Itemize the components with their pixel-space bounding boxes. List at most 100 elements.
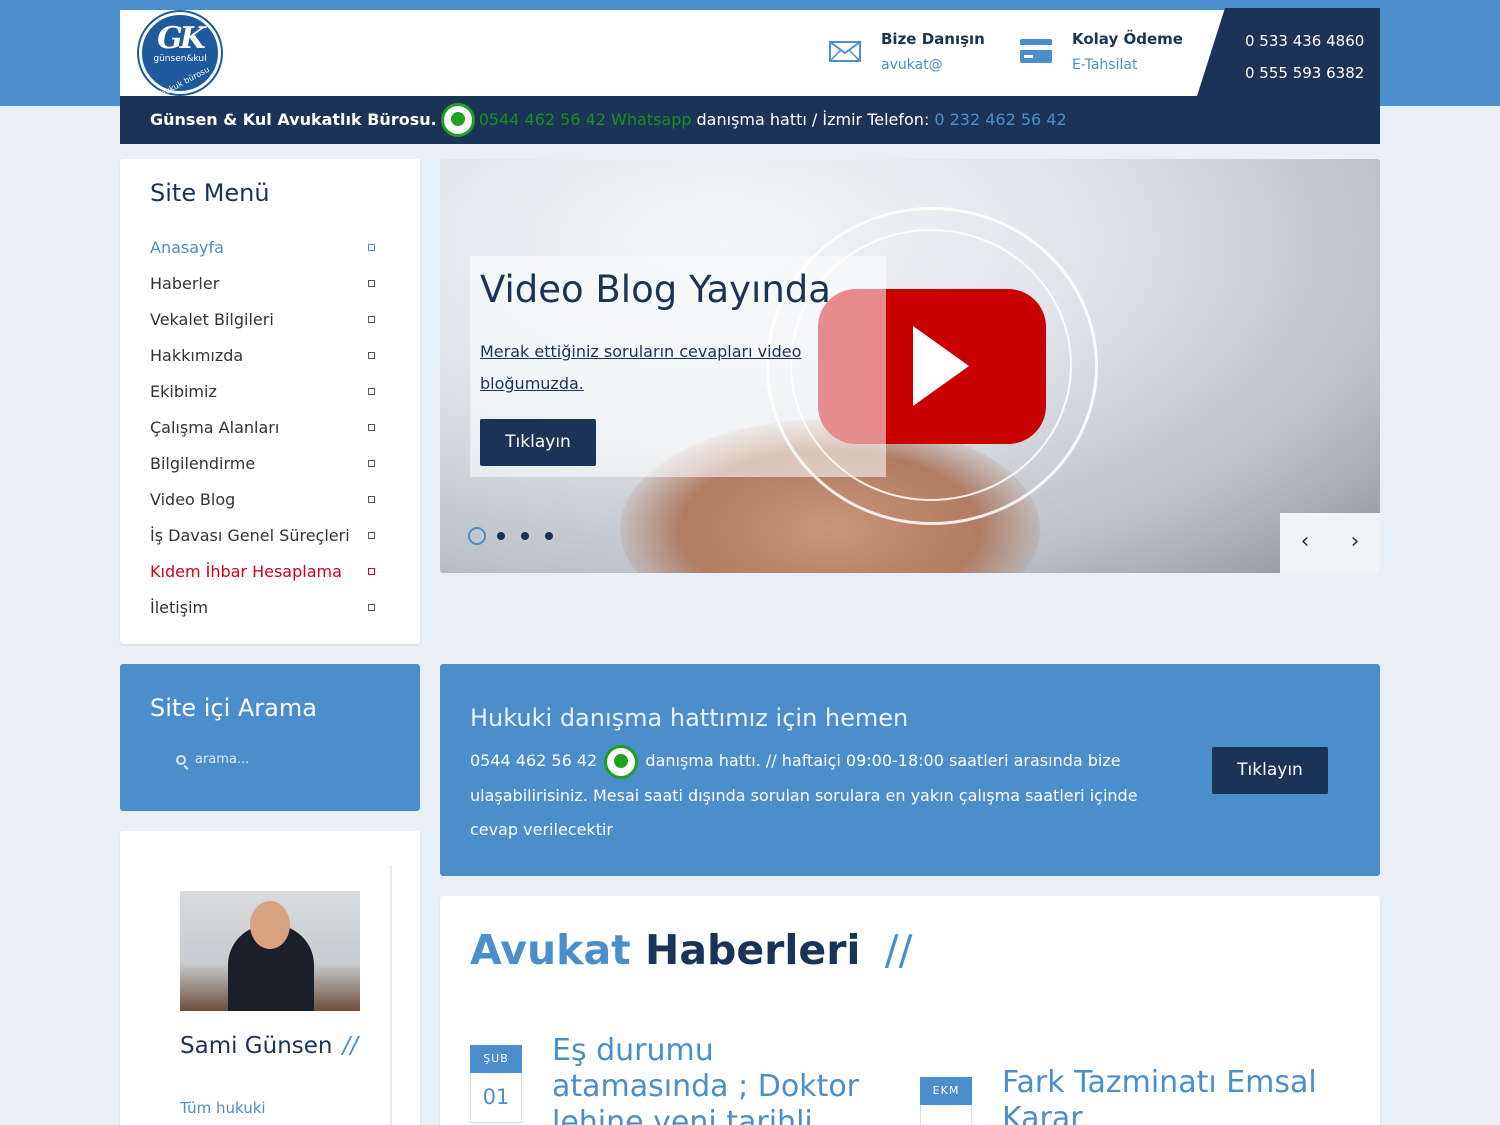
menu-item-label: Bilgilendirme [150,454,256,473]
slider-arrows: ‹ › [1280,513,1380,573]
date-day: 01 [470,1073,522,1123]
lawyer-news-panel: Avukat Haberleri // ŞUB 01 Eş durumu ata… [440,896,1380,1125]
site-header: GK günsen&kul hukuk bürosu Bize Danışın … [120,8,1380,144]
square-bullet-icon [368,496,375,503]
slider-dot-2[interactable] [497,532,505,540]
search-row [176,752,375,767]
cta-phone[interactable]: 0544 462 56 42 [470,751,597,770]
news-title-part-2: Haberleri [645,926,861,974]
credit-card-icon [1020,39,1052,63]
photo-face [250,901,290,949]
slider-title: Video Blog Yayında [480,268,831,311]
chevron-left-icon[interactable]: ‹ [1280,513,1330,573]
lawyer-name: Sami Günsen // [180,1033,358,1059]
news-headline[interactable]: Eş durumu atamasında ; Doktor lehine yen… [552,1033,882,1125]
menu-item-anasayfa[interactable]: Anasayfa [150,230,380,266]
slider-text-link[interactable]: Merak ettiğiniz soruların cevapları vide… [480,336,810,400]
menu-item-label: Video Blog [150,490,236,509]
menu-item-vekalet-bilgileri[interactable]: Vekalet Bilgileri [150,302,380,338]
news-headline[interactable]: Fark Tazminatı Emsal Karar [1002,1065,1332,1125]
consult-email-link[interactable]: avukat@ [881,57,943,73]
header-white-area [120,10,1380,96]
phone-1[interactable]: 0 533 436 4860 [1245,25,1364,57]
payment-title: Kolay Ödeme [1072,30,1183,48]
menu-item-label: Çalışma Alanları [150,418,280,437]
menu-item-label: Anasayfa [150,238,224,257]
square-bullet-icon [368,280,375,287]
header-info-bar: Günsen & Kul Avukatlık Bürosu. 0544 462 … [120,96,1380,144]
menu-item-video-blog[interactable]: Video Blog [150,482,380,518]
menu-item-haberler[interactable]: Haberler [150,266,380,302]
menu-item-calisma-alanlari[interactable]: Çalışma Alanları [150,410,380,446]
slider-dots [468,527,569,545]
cta-body: 0544 462 56 42 danışma hattı. // haftaiç… [470,744,1150,847]
consult-title: Bize Danışın [881,30,985,48]
logo-subtext: günsen&kul [153,54,207,64]
news-section-title: Avukat Haberleri // [470,926,912,974]
menu-item-kidem-ihbar[interactable]: Kıdem İhbar Hesaplama [150,554,380,590]
envelope-icon [829,41,861,62]
menu-item-bilgilendirme[interactable]: Bilgilendirme [150,446,380,482]
square-bullet-icon [368,424,375,431]
profile-divider [390,865,392,1125]
slider-dot-4[interactable] [545,532,553,540]
site-search-panel: Site içi Arama [120,664,420,811]
menu-item-label: Hakkımızda [150,346,244,365]
date-badge: EKM [920,1077,972,1125]
whatsapp-icon [440,103,475,137]
square-bullet-icon [368,604,375,611]
site-menu-panel: Site Menü Anasayfa Haberler Vekalet Bilg… [120,159,420,644]
date-month: ŞUB [470,1045,522,1073]
cta-button[interactable]: Tıklayın [1212,747,1328,794]
menu-item-label: Haberler [150,274,220,293]
site-menu-title: Site Menü [150,179,270,207]
lawyer-profile-panel: Sami Günsen // Tüm hukuki [120,831,420,1125]
consultation-cta: Hukuki danışma hattımız için hemen 0544 … [440,664,1380,876]
slider-button[interactable]: Tıklayın [480,419,596,466]
menu-item-label: Vekalet Bilgileri [150,310,274,329]
square-bullet-icon [368,244,375,251]
square-bullet-icon [368,388,375,395]
square-bullet-icon [368,568,375,575]
menu-item-label: Ekibimiz [150,382,217,401]
logo-text: GK [157,21,206,56]
square-bullet-icon [368,460,375,467]
izmir-phone-link[interactable]: 0 232 462 56 42 [934,96,1066,144]
bar-mid-text: danışma hattı / İzmir Telefon: [696,110,930,129]
profile-link[interactable]: Tüm hukuki [180,1099,266,1117]
menu-item-hakkimizda[interactable]: Hakkımızda [150,338,380,374]
whatsapp-number-link[interactable]: 0544 462 56 42 Whatsapp [479,96,692,144]
menu-item-label: İş Davası Genel Süreçleri [150,526,350,545]
play-triangle-icon [913,326,969,406]
menu-item-is-davasi[interactable]: İş Davası Genel Süreçleri [150,518,380,554]
search-icon [176,754,186,765]
site-logo[interactable]: GK günsen&kul hukuk bürosu [139,12,221,98]
news-title-part-1: Avukat [470,926,631,974]
chevron-right-icon[interactable]: › [1330,513,1380,573]
lawyer-name-text: Sami Günsen [180,1033,333,1059]
date-month: EKM [920,1077,972,1105]
phone-2[interactable]: 0 555 593 6382 [1245,57,1364,89]
date-day [920,1105,972,1125]
name-slashes: // [342,1033,359,1059]
square-bullet-icon [368,316,375,323]
square-bullet-icon [368,532,375,539]
header-phones: 0 533 436 4860 0 555 593 6382 [1245,25,1364,89]
slider-caption: Video Blog Yayında Merak ettiğiniz sorul… [470,256,886,477]
menu-item-label: Kıdem İhbar Hesaplama [150,562,342,581]
cta-title: Hukuki danışma hattımız için hemen [470,704,909,732]
menu-item-iletisim[interactable]: İletişim [150,590,380,626]
search-input[interactable] [195,752,375,767]
hero-slider: Video Blog Yayında Merak ettiğiniz sorul… [440,159,1380,573]
menu-item-label: İletişim [150,598,209,617]
square-bullet-icon [368,352,375,359]
slider-dot-1[interactable] [468,527,486,545]
date-badge: ŞUB 01 [470,1045,522,1123]
e-tahsilat-link[interactable]: E-Tahsilat [1072,57,1137,73]
site-menu-list: Anasayfa Haberler Vekalet Bilgileri Hakk… [150,230,380,626]
news-title-slashes: // [884,926,913,974]
slider-dot-3[interactable] [521,532,529,540]
whatsapp-icon [604,744,639,779]
site-search-title: Site içi Arama [150,694,317,722]
menu-item-ekibimiz[interactable]: Ekibimiz [150,374,380,410]
